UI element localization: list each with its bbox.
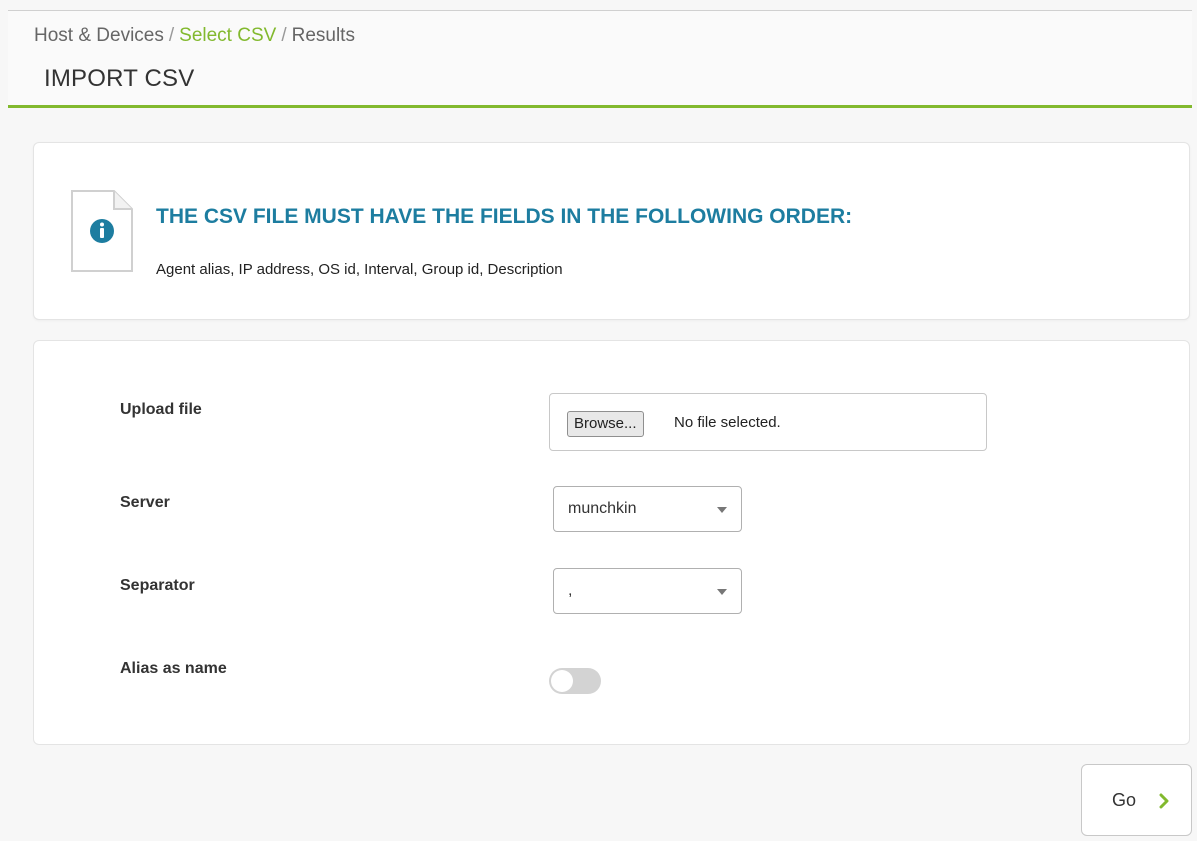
- file-status-text: No file selected.: [674, 414, 781, 431]
- file-upload-field[interactable]: Browse... No file selected.: [549, 393, 987, 451]
- breadcrumb-separator: /: [281, 25, 287, 46]
- alias-as-name-toggle[interactable]: [549, 668, 601, 694]
- breadcrumb-separator: /: [168, 25, 175, 46]
- chevron-right-icon: [1159, 793, 1169, 809]
- page-header: Host & Devices / Select CSV / Results IMPORT…: [8, 10, 1192, 108]
- alias-as-name-label: Alias as name: [120, 660, 227, 677]
- info-icon: [71, 190, 133, 272]
- separator-select-value: ,: [568, 582, 573, 599]
- server-select[interactable]: munchkin: [553, 486, 742, 532]
- go-button-label: Go: [1112, 790, 1137, 810]
- chevron-down-icon: [717, 507, 727, 513]
- toggle-knob: [551, 670, 573, 692]
- server-label: Server: [120, 494, 170, 511]
- browse-button[interactable]: Browse...: [567, 411, 644, 437]
- import-form: Upload file Browse... No file selected. …: [33, 340, 1190, 745]
- breadcrumb-results[interactable]: Results: [292, 25, 355, 46]
- upload-file-label: Upload file: [120, 401, 202, 418]
- separator-select[interactable]: ,: [553, 568, 742, 614]
- go-button[interactable]: Go: [1081, 764, 1192, 836]
- breadcrumb: Host & Devices / Select CSV / Results: [34, 25, 355, 47]
- page: Host & Devices / Select CSV / Results IMPORT…: [0, 0, 1197, 841]
- info-title: THE CSV FILE MUST HAVE THE FIELDS IN THE…: [156, 205, 853, 228]
- breadcrumb-select-csv[interactable]: Select CSV: [179, 25, 276, 46]
- info-fields-text: Agent alias, IP address, OS id, Interval…: [156, 261, 563, 278]
- breadcrumb-host-devices[interactable]: Host & Devices: [34, 25, 164, 46]
- info-box: THE CSV FILE MUST HAVE THE FIELDS IN THE…: [33, 142, 1190, 320]
- chevron-down-icon: [717, 589, 727, 595]
- page-title: IMPORT CSV: [44, 65, 195, 92]
- separator-label: Separator: [120, 577, 195, 594]
- server-select-value: munchkin: [568, 500, 637, 517]
